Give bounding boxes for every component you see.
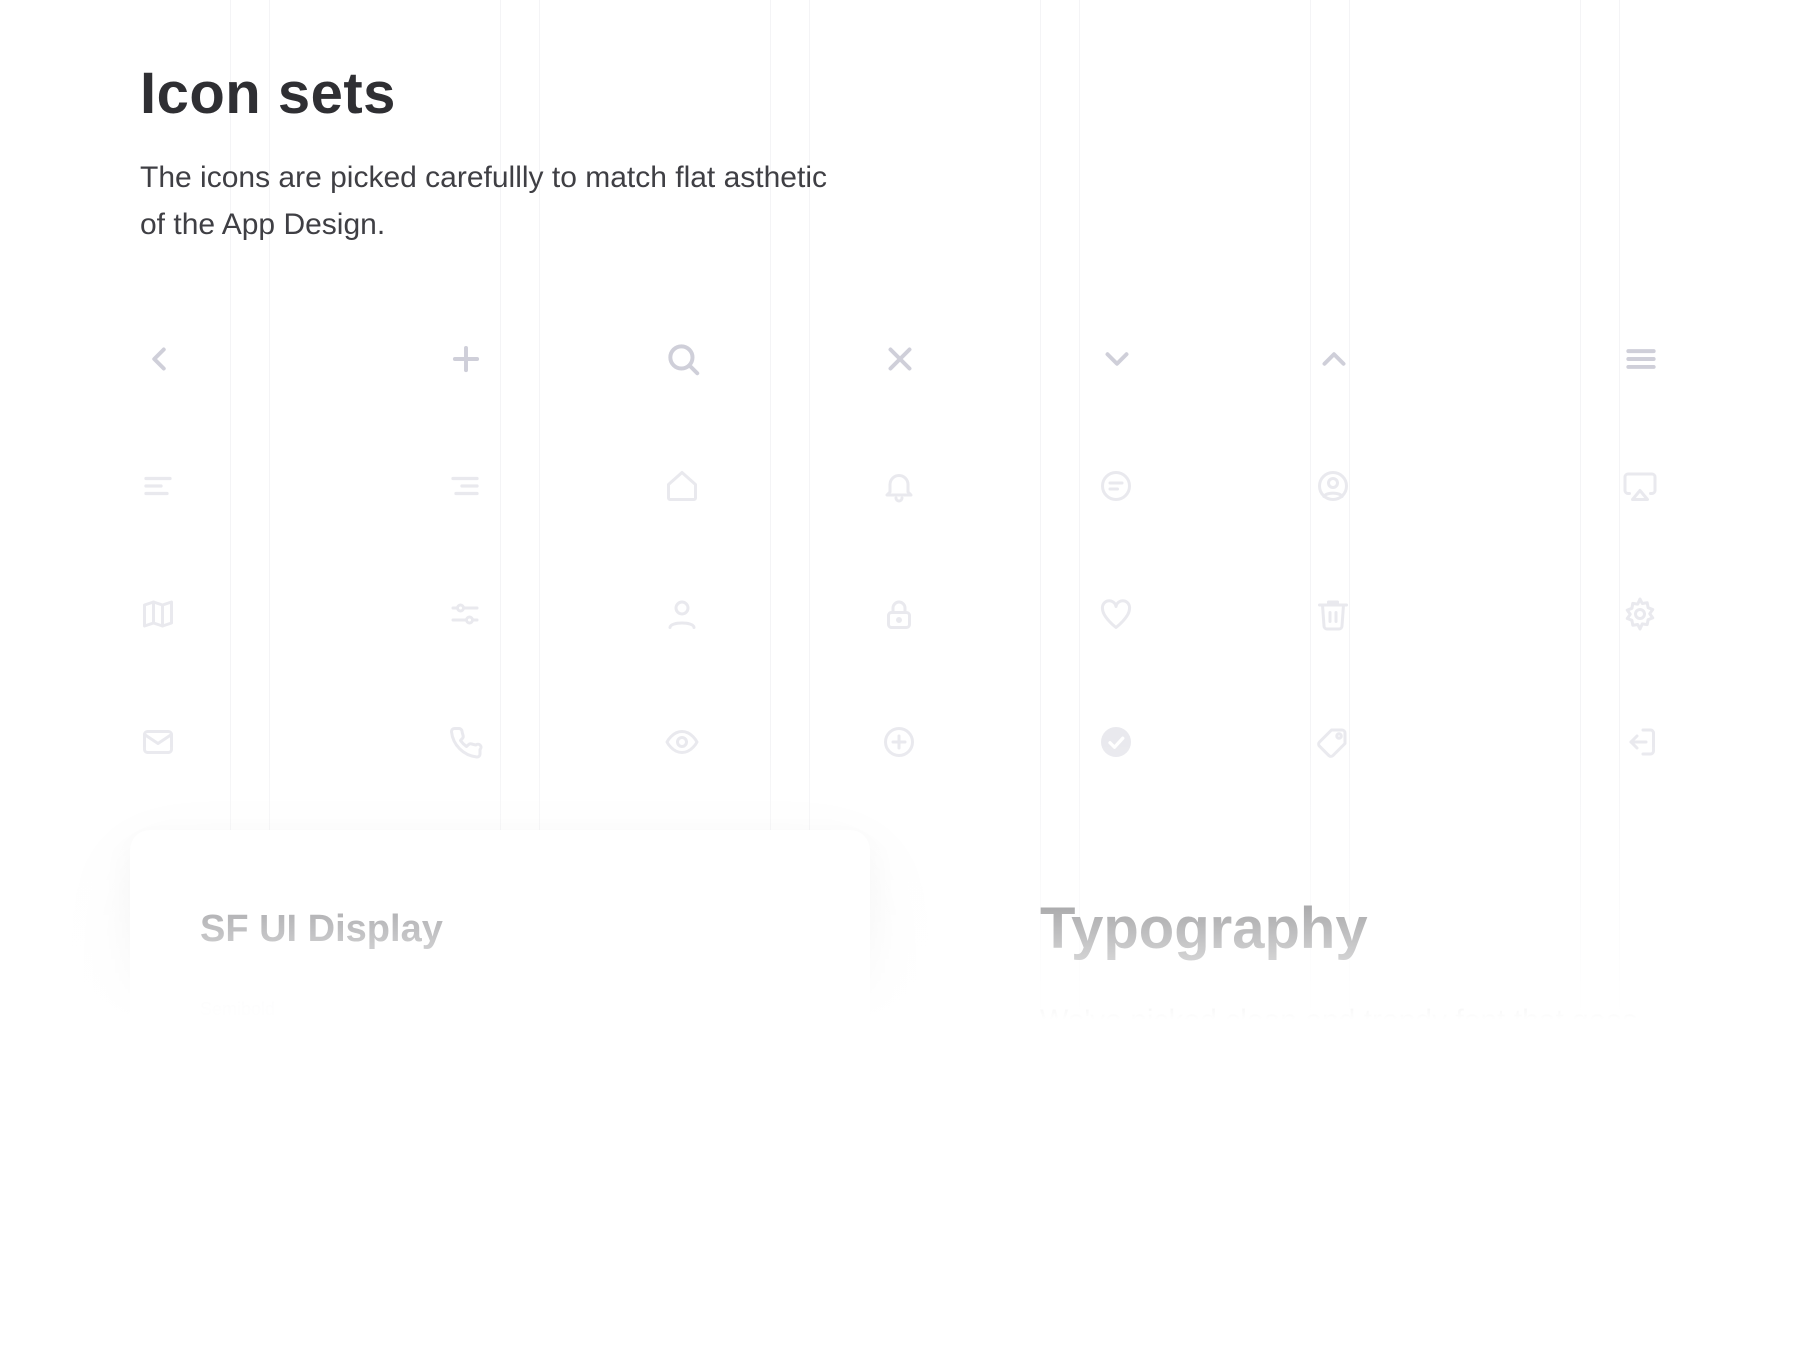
plus-circle-icon bbox=[881, 724, 919, 762]
weight-semibold-sample: ABCDEFGHIJKLMNOPQRSTUVWXYZ bbox=[200, 1030, 800, 1062]
chevron-up-icon bbox=[1315, 340, 1353, 378]
map-icon bbox=[140, 596, 178, 634]
airplay-icon bbox=[1622, 468, 1660, 506]
weight-regular-sample: abcdefghijklmnopqrstuvwxyz bbox=[200, 1127, 800, 1158]
align-right-icon bbox=[447, 468, 485, 506]
icon-grid bbox=[140, 340, 1660, 762]
tag-icon bbox=[1315, 724, 1353, 762]
typography-block: Typography We've picked clean and trendy… bbox=[1040, 895, 1660, 1138]
iconsets-title: Icon sets bbox=[140, 60, 840, 127]
user-icon bbox=[664, 596, 702, 634]
chat-icon bbox=[1098, 468, 1136, 506]
trash-icon bbox=[1315, 596, 1353, 634]
iconsets-header: Icon sets The icons are picked carefulll… bbox=[140, 60, 840, 248]
home-icon bbox=[664, 468, 702, 506]
font-card: SF UI Display Semibold ABCDEFGHIJKLMNOPQ… bbox=[130, 830, 870, 1360]
lock-icon bbox=[881, 596, 919, 634]
close-icon bbox=[881, 340, 919, 378]
plus-icon bbox=[447, 340, 485, 378]
weight-semibold-label: Semibold bbox=[200, 999, 800, 1020]
bell-icon bbox=[881, 468, 919, 506]
chevron-left-icon bbox=[140, 340, 178, 378]
chevron-down-icon bbox=[1098, 340, 1136, 378]
typography-title: Typography bbox=[1040, 895, 1660, 962]
phone-icon bbox=[447, 724, 485, 762]
mail-icon bbox=[140, 724, 178, 762]
search-icon bbox=[664, 340, 702, 378]
align-left-icon bbox=[140, 468, 178, 506]
eye-icon bbox=[664, 724, 702, 762]
heart-icon bbox=[1098, 596, 1136, 634]
weight-light-sample: 1234567890 bbox=[200, 1223, 800, 1255]
settings-icon bbox=[1622, 596, 1660, 634]
weight-light-label: Light bbox=[200, 1192, 800, 1213]
weight-regular-label: Regular bbox=[200, 1096, 800, 1117]
logout-icon bbox=[1622, 724, 1660, 762]
sliders-icon bbox=[447, 596, 485, 634]
menu-icon bbox=[1622, 340, 1660, 378]
font-name: SF UI Display bbox=[200, 908, 800, 951]
typography-body: We've picked clean and trendy font that … bbox=[1040, 998, 1660, 1138]
profile-circle-icon bbox=[1315, 468, 1353, 506]
check-circle-filled-icon bbox=[1098, 724, 1136, 762]
iconsets-subtitle: The icons are picked carefullly to match… bbox=[140, 155, 840, 248]
